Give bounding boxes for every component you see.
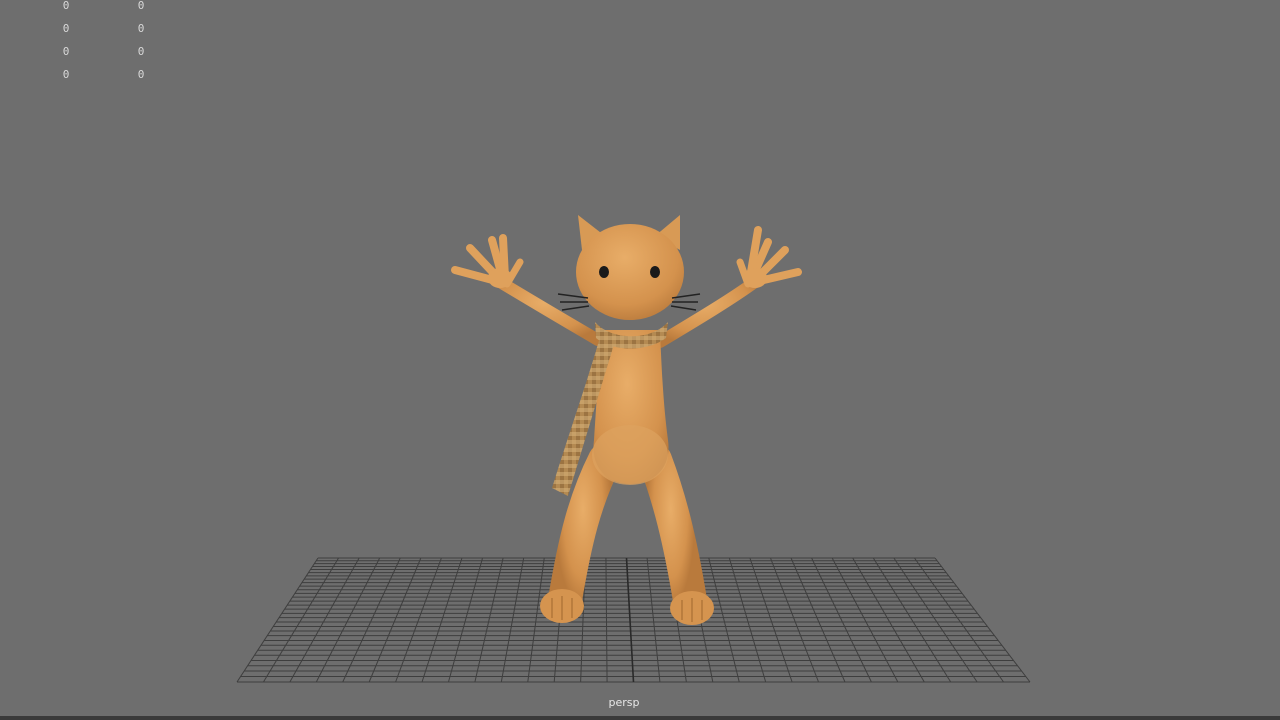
grid-line bbox=[646, 557, 661, 683]
3d-viewport[interactable]: 0 0 0 0 0 0 0 0 persp bbox=[0, 0, 1280, 716]
grid-line bbox=[421, 557, 463, 683]
left-hand bbox=[451, 234, 524, 288]
left-eye bbox=[599, 266, 609, 278]
grid-line bbox=[236, 557, 319, 683]
camera-name-label: persp bbox=[608, 696, 640, 709]
grid-line bbox=[527, 557, 545, 683]
grid-line bbox=[605, 557, 608, 683]
grid-line bbox=[342, 557, 401, 683]
scene-canvas[interactable] bbox=[0, 0, 1280, 716]
grid-line bbox=[790, 557, 846, 683]
grid-line bbox=[500, 557, 525, 683]
grid-line bbox=[872, 557, 952, 683]
grid-line bbox=[770, 557, 819, 683]
grid-line bbox=[934, 557, 1031, 683]
right-hand bbox=[736, 226, 802, 288]
cat-head bbox=[557, 215, 701, 320]
grid-line bbox=[395, 557, 442, 683]
grid-line bbox=[447, 557, 484, 683]
grid-line bbox=[893, 557, 978, 683]
grid-line bbox=[749, 557, 793, 683]
grid-line bbox=[914, 557, 1004, 683]
grid-line bbox=[315, 557, 381, 683]
grid-line bbox=[289, 557, 360, 683]
grid-line bbox=[368, 557, 422, 683]
grid-center-line bbox=[625, 557, 635, 683]
grid-line bbox=[263, 557, 339, 683]
viewport-bottom-border bbox=[0, 716, 1280, 720]
right-eye bbox=[650, 266, 660, 278]
grid-line bbox=[474, 557, 504, 683]
ground-grid bbox=[236, 557, 1031, 683]
